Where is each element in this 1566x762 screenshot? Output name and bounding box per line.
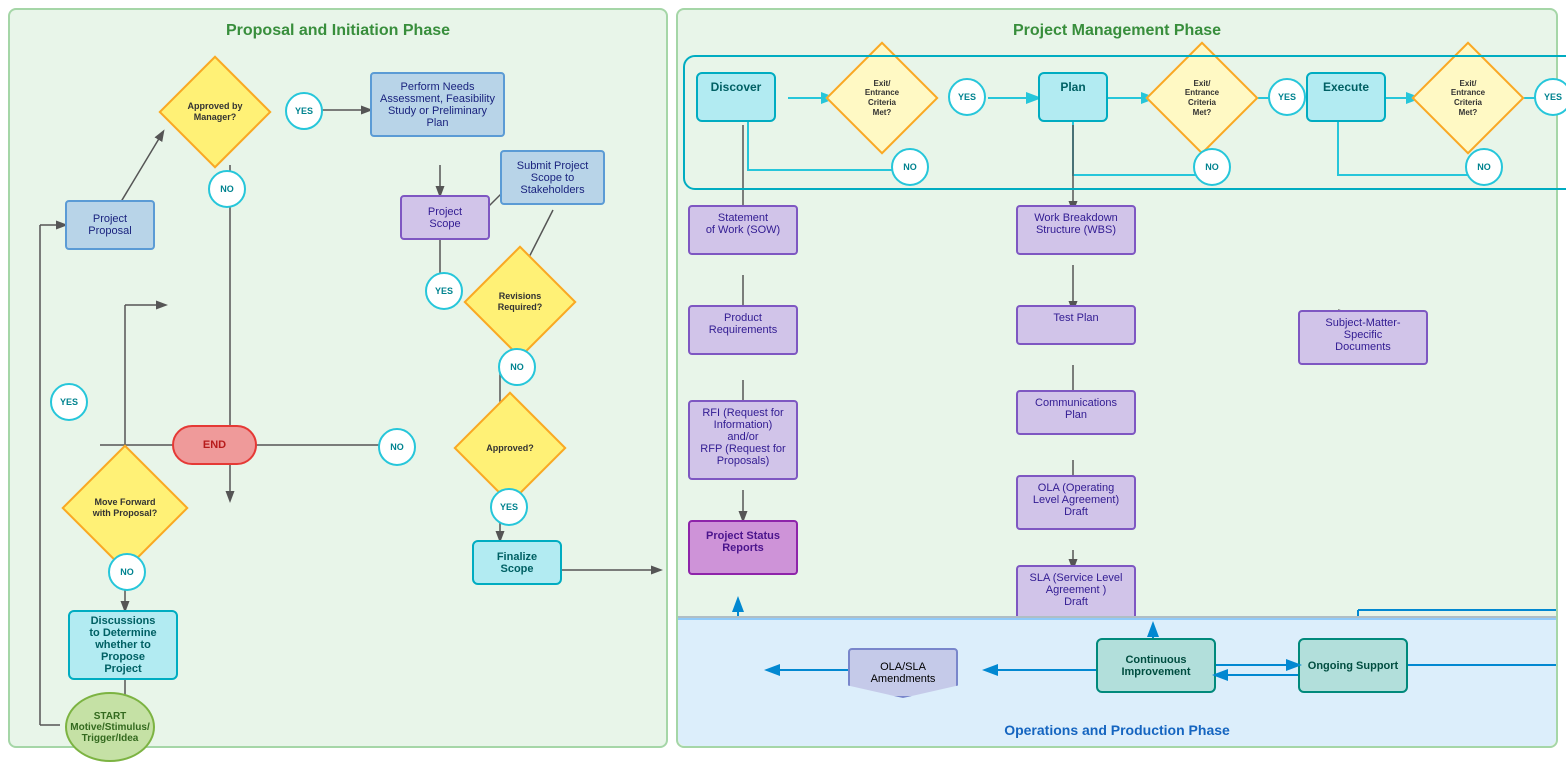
discussions: Discussionsto Determinewhether toPropose… (68, 610, 178, 680)
ola-draft: OLA (OperatingLevel Agreement)Draft (1016, 475, 1136, 530)
yes-circle-e2: YES (1268, 78, 1306, 116)
move-forward-diamond: Move Forwardwith Proposal? (70, 468, 180, 548)
no-circle-e1: NO (891, 148, 929, 186)
ola-sla-amendments: OLA/SLA Amendments (848, 648, 958, 698)
no-circle-manager: NO (208, 170, 246, 208)
exit-entrance-1: Exit/EntranceCriteriaMet? (832, 58, 932, 138)
approved-by-manager-diamond: Approved byManager? (165, 72, 265, 152)
no-circle-move: NO (108, 553, 146, 591)
no-circle-e2: NO (1193, 148, 1231, 186)
submit-scope: Submit ProjectScope toStakeholders (500, 150, 605, 205)
no-circle-e3: NO (1465, 148, 1503, 186)
sla-draft: SLA (Service LevelAgreement )Draft (1016, 565, 1136, 620)
main-container: Proposal and Initiation Phase (0, 0, 1566, 762)
continuous-improvement: Continuous Improvement (1096, 638, 1216, 693)
yes-circle-finalize: YES (490, 488, 528, 526)
no-circle-approved: NO (378, 428, 416, 466)
rfi-rfp: RFI (Request forInformation)and/orRFP (R… (688, 400, 798, 480)
finalize-scope: FinalizeScope (472, 540, 562, 585)
revisions-required-diamond: RevisionsRequired? (470, 262, 570, 342)
ops-section: Operations and Production Phase OLA/SLA … (678, 618, 1556, 746)
yes-circle-1: YES (285, 92, 323, 130)
left-phase-title: Proposal and Initiation Phase (10, 14, 666, 48)
plan-box: Plan (1038, 72, 1108, 122)
approved-diamond: Approved? (460, 408, 560, 488)
statement-of-work: Statementof Work (SOW) (688, 205, 798, 255)
right-panel: Project Management Phase (676, 8, 1558, 748)
project-scope: ProjectScope (400, 195, 490, 240)
yes-circle-move: YES (50, 383, 88, 421)
exit-entrance-3: Exit/EntranceCriteriaMet? (1418, 58, 1518, 138)
yes-circle-revisions: YES (425, 272, 463, 310)
project-proposal: Project Proposal (65, 200, 155, 250)
project-status-reports: Project StatusReports (688, 520, 798, 575)
yes-circle-e3: YES (1534, 78, 1566, 116)
test-plan: Test Plan (1016, 305, 1136, 345)
subject-matter: Subject-Matter-SpecificDocuments (1298, 310, 1428, 365)
no-circle-revisions: NO (498, 348, 536, 386)
end-box: END (172, 425, 257, 465)
exit-entrance-2: Exit/EntranceCriteriaMet? (1152, 58, 1252, 138)
left-panel: Proposal and Initiation Phase (8, 8, 668, 748)
yes-circle-e1: YES (948, 78, 986, 116)
start-blob: STARTMotive/Stimulus/Trigger/Idea (65, 692, 155, 762)
right-phase-title: Project Management Phase (678, 14, 1556, 48)
product-requirements: ProductRequirements (688, 305, 798, 355)
execute-box: Execute (1306, 72, 1386, 122)
wbs: Work BreakdownStructure (WBS) (1016, 205, 1136, 255)
ops-title: Operations and Production Phase (678, 718, 1556, 742)
communications-plan: CommunicationsPlan (1016, 390, 1136, 435)
discover-box: Discover (696, 72, 776, 122)
perform-needs: Perform NeedsAssessment, FeasibilityStud… (370, 72, 505, 137)
ongoing-support: Ongoing Support (1298, 638, 1408, 693)
